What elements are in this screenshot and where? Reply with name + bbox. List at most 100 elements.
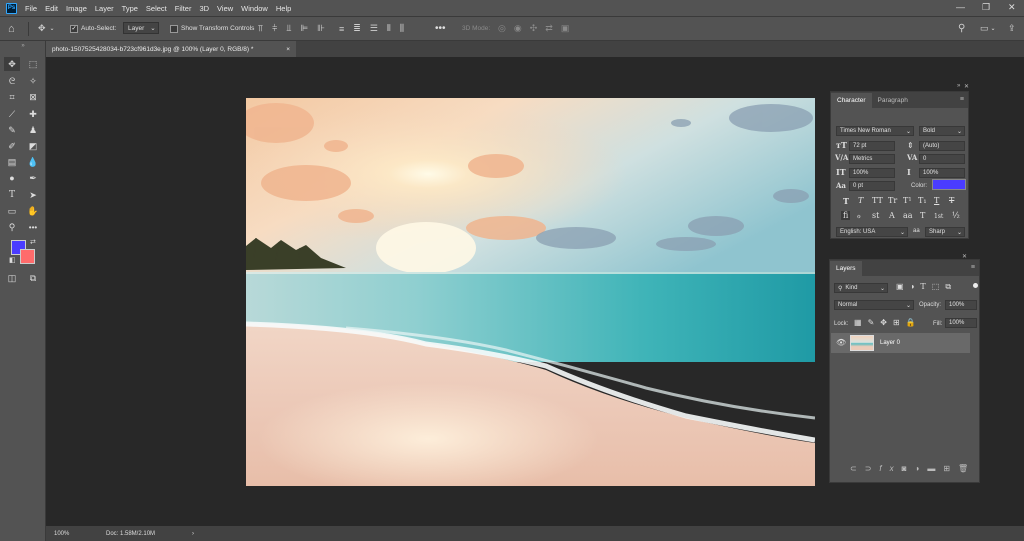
show-transform-checkbox[interactable]: Show Transform Controls (170, 22, 254, 35)
workspace-icon[interactable]: ▭ ⌄ (980, 22, 996, 35)
underline-button[interactable]: T (934, 196, 939, 205)
edit-toolbar-icon[interactable]: ••• (25, 220, 41, 234)
blend-mode-dropdown[interactable]: Normal ⌄ (834, 300, 914, 310)
new-group-icon[interactable]: ▬ (927, 464, 943, 473)
distribute-hcenter-icon[interactable]: ⫼ (400, 23, 404, 34)
filter-toggle-icon[interactable] (973, 283, 978, 288)
subscript-button[interactable]: T₁ (918, 196, 927, 205)
history-brush-icon[interactable]: ✐ (4, 139, 20, 153)
background-color-swatch[interactable] (20, 249, 35, 264)
filter-smart-icon[interactable]: ⧉ (945, 282, 957, 291)
menu-3d[interactable]: 3D (199, 4, 209, 13)
close-tab-icon[interactable]: × (286, 46, 290, 53)
menu-view[interactable]: View (217, 4, 233, 13)
move-tool-preset-icon[interactable]: ✥ ⌄ (38, 22, 55, 35)
distribute-vcenter-icon[interactable]: ≣ (353, 23, 361, 34)
search-icon[interactable]: ⚲ (958, 22, 965, 35)
filter-type-icon[interactable]: T (920, 282, 931, 291)
align-left-icon[interactable]: ⊫ (300, 23, 308, 34)
adjustment-layer-icon[interactable]: ◑ (914, 464, 927, 473)
tab-paragraph[interactable]: Paragraph (872, 93, 914, 108)
filter-adjustment-icon[interactable]: ◑ (910, 282, 921, 291)
document-tab[interactable]: photo-1507525428034-b723cf961d3e.jpg @ 1… (46, 41, 296, 57)
magic-wand-icon[interactable]: ✧ (25, 74, 41, 88)
contextual-alternates-button[interactable]: T (920, 211, 925, 220)
visibility-eye-icon[interactable]: 👁 (836, 338, 846, 347)
small-caps-button[interactable]: Tr (888, 196, 897, 205)
menu-file[interactable]: File (25, 4, 37, 13)
kerning-dropdown[interactable]: Metrics (849, 154, 895, 164)
filter-pixel-icon[interactable]: ▣ (896, 282, 910, 291)
canvas-image[interactable] (246, 98, 815, 486)
default-colors-icon[interactable]: ◧ (9, 256, 16, 264)
align-bottom-icon[interactable]: ⫫ (286, 23, 291, 34)
lock-transparent-icon[interactable]: ▦ (854, 318, 868, 327)
tab-layers[interactable]: Layers (830, 261, 862, 276)
3d-roll-icon[interactable]: ◉ (514, 23, 522, 34)
lock-paint-icon[interactable]: ✎ (868, 318, 881, 327)
menu-layer[interactable]: Layer (95, 4, 114, 13)
panel-menu-icon[interactable]: ≡ (971, 264, 975, 271)
close-panel-icon[interactable]: ✕ (964, 83, 969, 90)
minimize-icon[interactable]: — (956, 2, 965, 12)
menu-type[interactable]: Type (122, 4, 138, 13)
faux-bold-button[interactable]: T (843, 196, 849, 206)
menu-select[interactable]: Select (146, 4, 167, 13)
more-options-icon[interactable]: ••• (435, 22, 446, 35)
superscript-button[interactable]: T¹ (903, 196, 912, 205)
menu-window[interactable]: Window (241, 4, 268, 13)
font-color-swatch[interactable] (932, 179, 966, 190)
eyedropper-icon[interactable]: ⟋ (4, 107, 20, 121)
collapse-panel-icon[interactable]: » (957, 83, 960, 89)
align-hcenter-icon[interactable]: ⊪ (317, 23, 325, 34)
fx-icon[interactable]: fx (879, 464, 901, 473)
swap-colors-icon[interactable]: ⇄ (30, 238, 36, 246)
faux-italic-button[interactable]: T (858, 196, 863, 205)
opacity-field[interactable]: 100% (945, 300, 977, 310)
lock-position-icon[interactable]: ✥ (880, 318, 893, 327)
close-icon[interactable]: ✕ (1008, 2, 1016, 13)
3d-slide-icon[interactable]: ⇄ (545, 23, 553, 34)
type-tool-icon[interactable]: T (4, 188, 20, 202)
healing-brush-icon[interactable]: ✚ (25, 107, 41, 121)
layer-row[interactable]: 👁 Layer 0 (831, 333, 970, 353)
eraser-icon[interactable]: ◩ (25, 139, 41, 153)
marquee-tool-icon[interactable]: ⬚ (25, 57, 41, 71)
tab-character[interactable]: Character (831, 93, 872, 108)
share-icon[interactable]: ⇪ (1008, 22, 1016, 35)
strikethrough-button[interactable]: T (949, 196, 954, 205)
font-family-dropdown[interactable]: Times New Roman ⌄ (836, 126, 914, 136)
move-tool-icon[interactable]: ✥ (4, 57, 20, 71)
distribute-bottom-icon[interactable]: ☰ (370, 23, 378, 34)
layer-name[interactable]: Layer 0 (880, 340, 900, 346)
rectangle-tool-icon[interactable]: ▭ (4, 204, 20, 218)
link-layers-icon[interactable]: ⊂⊃ (850, 464, 879, 473)
delete-layer-icon[interactable]: 🗑 (958, 464, 976, 473)
antialias-dropdown[interactable]: Sharp ⌄ (925, 227, 965, 237)
language-dropdown[interactable]: English: USA ⌄ (836, 227, 908, 237)
screen-mode-icon[interactable]: ⧉ (25, 271, 41, 285)
auto-select-checkbox[interactable]: ✓ Auto-Select: (70, 22, 116, 35)
frame-tool-icon[interactable]: ⊠ (25, 90, 41, 104)
tracking-field[interactable]: 0 (919, 154, 965, 164)
lock-all-icon[interactable]: 🔒 (906, 318, 922, 327)
lasso-tool-icon[interactable]: ᘓ (4, 74, 20, 88)
swash-button[interactable]: st (872, 211, 879, 220)
blur-tool-icon[interactable]: 💧 (25, 155, 41, 169)
font-size-field[interactable]: 72 pt (849, 141, 895, 151)
dodge-tool-icon[interactable]: ● (4, 171, 20, 185)
ligatures-button[interactable]: fi (841, 211, 851, 220)
brush-tool-icon[interactable]: ✎ (4, 123, 20, 137)
home-icon[interactable]: ⌂ (8, 22, 15, 35)
titling-alternates-button[interactable]: aa (903, 211, 913, 220)
old-style-button[interactable]: ℴ (857, 211, 861, 220)
leading-field[interactable]: (Auto) (919, 141, 965, 151)
collapse-icon[interactable]: » (4, 43, 42, 49)
gradient-icon[interactable]: ▤ (4, 155, 20, 169)
menu-image[interactable]: Image (66, 4, 87, 13)
align-top-icon[interactable]: ⫪ (258, 23, 263, 34)
font-style-dropdown[interactable]: Bold ⌄ (919, 126, 965, 136)
clone-stamp-icon[interactable]: ♟ (25, 123, 41, 137)
status-menu-arrow[interactable]: › (192, 531, 194, 537)
baseline-shift-field[interactable]: 0 pt (849, 181, 895, 191)
